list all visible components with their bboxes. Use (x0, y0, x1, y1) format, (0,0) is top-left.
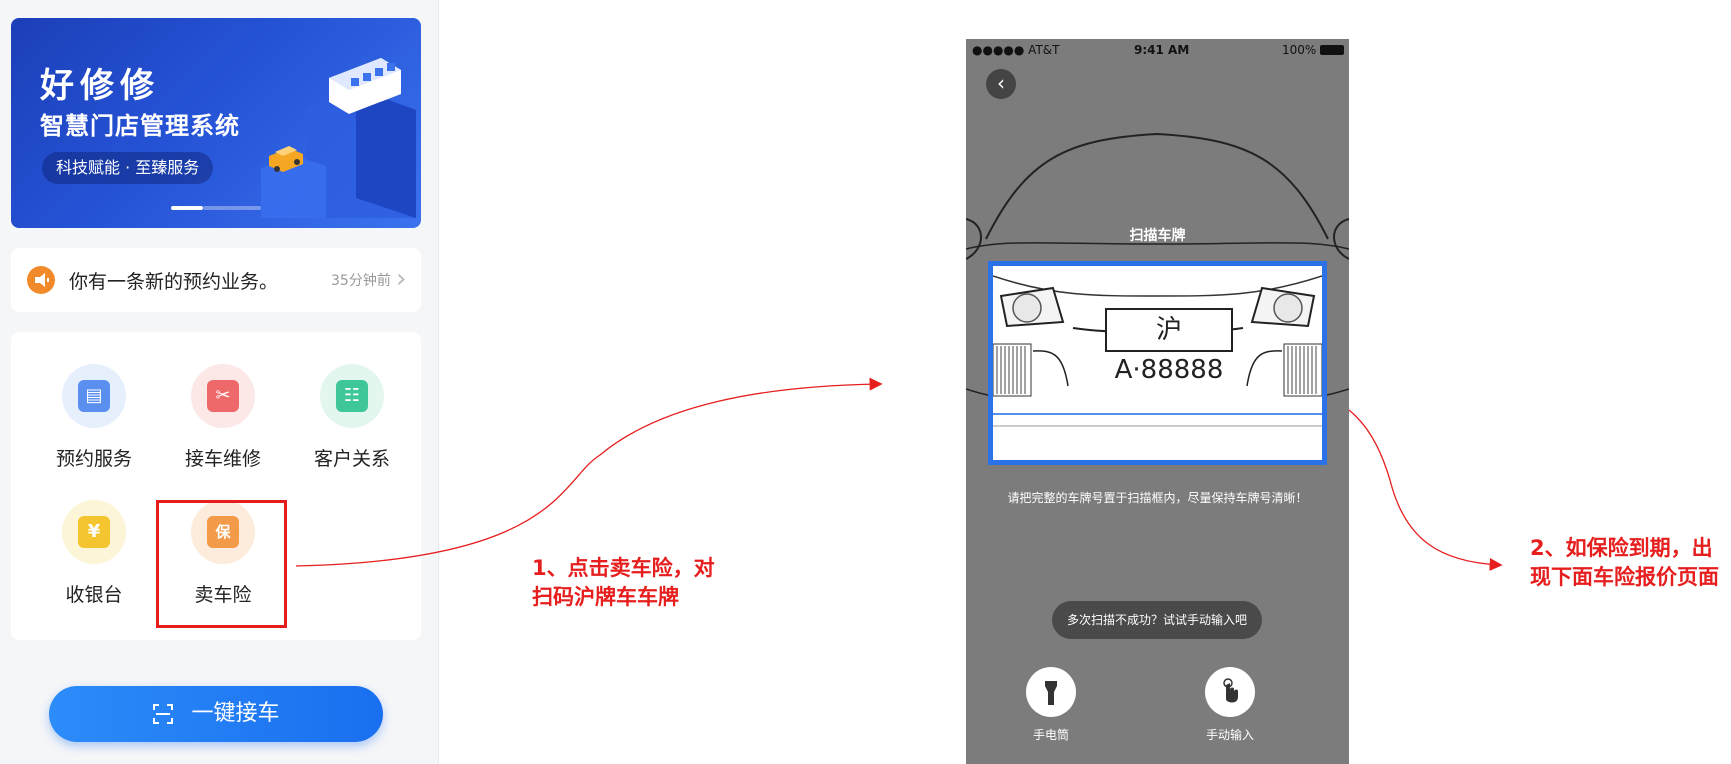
chevron-left-icon: ‹ (997, 71, 1005, 95)
manual-entry-prompt[interactable]: 多次扫描不成功？试试手动输入吧 (1052, 601, 1262, 639)
battery-percent: 100% (1282, 43, 1317, 57)
flashlight-button[interactable]: 手电筒 (1006, 667, 1096, 743)
back-button[interactable]: ‹ (986, 69, 1016, 99)
carrier-label: ●●●●● AT&T (972, 43, 1060, 57)
scan-title: 扫描车牌 (1129, 228, 1186, 244)
flashlight-label: 手电筒 (1032, 728, 1069, 742)
annotation-step2: 2、如保险到期，出现下面车险报价页面 (1530, 536, 1719, 589)
clock: 9:41 AM (1134, 43, 1190, 57)
plate-scanner-screen: ●●●●● AT&T 9:41 AM 100% ‹ 扫描车牌 沪A·88888 … (966, 39, 1349, 764)
annotation-step1: 1、点击卖车险，对扫码沪牌车车牌 (532, 556, 715, 609)
license-plate: 沪A·88888 (1105, 308, 1233, 385)
annotation-arrows (295, 377, 1503, 571)
status-bar: ●●●●● AT&T 9:41 AM 100% (966, 39, 1349, 61)
scan-frame: 沪A·88888 (988, 261, 1327, 465)
battery-indicator: 100% (1282, 43, 1345, 57)
scan-hint: 请把完整的车牌号置于扫描框内，尽量保持车牌号清晰！ (1007, 491, 1308, 505)
hand-tap-icon (1205, 667, 1255, 717)
manual-input-label: 手动输入 (1205, 728, 1254, 742)
manual-input-button[interactable]: 手动输入 (1185, 667, 1275, 743)
screen: 好修修 智慧门店管理系统 科技赋能 · 至臻服务 你有一条新的预约业务。 35分… (0, 0, 1731, 764)
battery-icon (1320, 45, 1345, 55)
arrow-step1 (295, 377, 883, 567)
flashlight-icon (1026, 667, 1076, 717)
